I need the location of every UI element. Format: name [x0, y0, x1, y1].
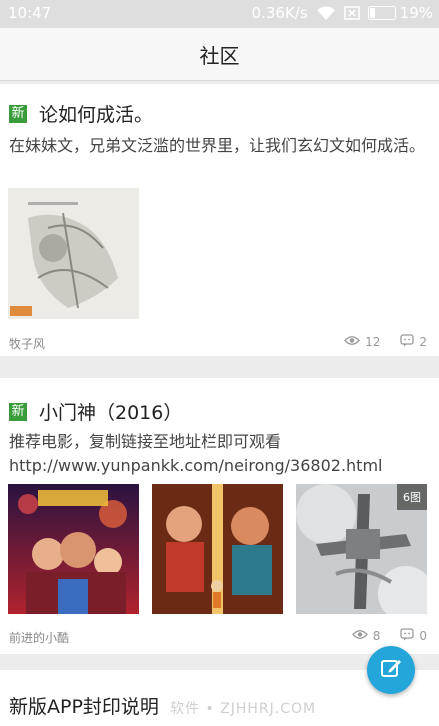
- post-title: 论如何成活。: [39, 104, 154, 126]
- post-body: 推荐电影，复制链接至地址栏即可观看 http://www.yunpankk.co…: [9, 430, 425, 478]
- new-tag: 新: [9, 104, 27, 123]
- status-time: 10:47: [8, 4, 52, 22]
- watermark: 软件 • ZJHHRJ.COM: [170, 701, 317, 717]
- post-author[interactable]: 牧子风: [9, 335, 45, 352]
- view-count: 12: [365, 335, 381, 349]
- image-count-badge: 6图: [397, 484, 427, 510]
- post-image[interactable]: [8, 484, 139, 614]
- post-title: 新版APP封印说明: [9, 696, 159, 718]
- comment-count: 2: [419, 335, 427, 349]
- post-stats: 12 2: [344, 334, 427, 350]
- post-card[interactable]: 新 论如何成活。 在妹妹文，兄弟文泛滥的世界里，让我们玄幻文如何成活。 牧子风 …: [0, 84, 439, 356]
- post-title: 小门神（2016）: [39, 402, 183, 424]
- battery-icon: 19%: [367, 4, 433, 22]
- sim-icon: [343, 6, 360, 20]
- status-bar: 10:47 0.36K/s 19%: [0, 0, 439, 28]
- edit-icon: [379, 656, 403, 684]
- eye-icon: [351, 629, 368, 643]
- post-image[interactable]: 6图: [296, 484, 427, 614]
- post-image[interactable]: [8, 188, 139, 319]
- post-author[interactable]: 前进的小酷: [9, 629, 69, 646]
- new-tag: 新: [9, 402, 27, 421]
- comment-count: 0: [419, 629, 427, 643]
- compose-button[interactable]: [367, 646, 415, 694]
- network-speed: 0.36K/s: [251, 4, 308, 22]
- view-count: 8: [372, 629, 381, 643]
- post-body: 在妹妹文，兄弟文泛滥的世界里，让我们玄幻文如何成活。: [9, 136, 426, 155]
- app-bar: 社区: [0, 28, 439, 81]
- eye-icon: [344, 335, 360, 349]
- wifi-icon: [316, 5, 336, 21]
- page-title: 社区: [199, 43, 240, 68]
- post-image[interactable]: [152, 484, 283, 614]
- post-link[interactable]: http://www.yunpankk.com/neirong/36802.ht…: [9, 454, 425, 478]
- post-stats: 8 0: [351, 628, 427, 644]
- post-body-line: 推荐电影，复制链接至地址栏即可观看: [9, 432, 282, 451]
- comment-icon[interactable]: [400, 628, 415, 644]
- post-card[interactable]: 新 小门神（2016） 推荐电影，复制链接至地址栏即可观看 http://www…: [0, 378, 439, 654]
- battery-percent: 19%: [399, 4, 433, 22]
- comment-icon[interactable]: [400, 334, 415, 350]
